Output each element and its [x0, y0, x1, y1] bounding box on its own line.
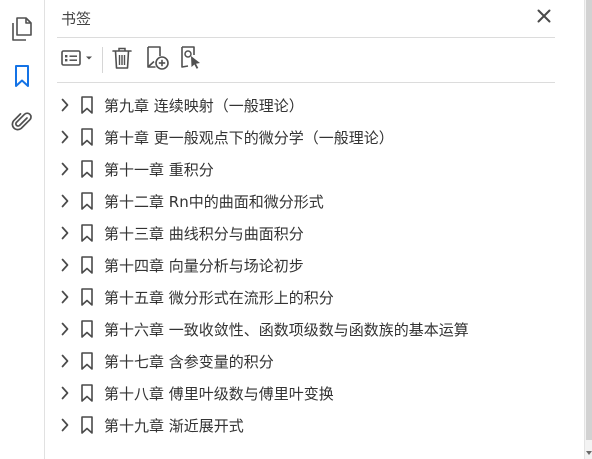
bookmark-icon [80, 96, 94, 114]
chevron-right-icon[interactable] [58, 290, 72, 304]
bookmark-label: 第十二章 Rn中的曲面和微分形式 [104, 192, 324, 211]
bookmark-icon [80, 320, 94, 338]
bookmark-item[interactable]: 第十章 更一般观点下的微分学（一般理论） [57, 121, 555, 153]
bookmarks-toolbar [57, 38, 555, 83]
chevron-right-icon[interactable] [58, 130, 72, 144]
panel-title: 书签 [61, 10, 92, 28]
bookmark-label: 第十一章 重积分 [104, 160, 214, 179]
bookmark-label: 第十九章 渐近展开式 [104, 416, 244, 435]
new-bookmark-icon [144, 45, 170, 75]
bookmark-item[interactable]: 第九章 连续映射（一般理论） [57, 89, 555, 121]
chevron-right-icon[interactable] [58, 98, 72, 112]
vertical-scrollbar[interactable] [568, 0, 592, 459]
bookmark-icon [80, 128, 94, 146]
bookmark-icon [80, 256, 94, 274]
bookmark-label: 第十三章 曲线积分与曲面积分 [104, 224, 304, 243]
navigation-rail [0, 0, 45, 459]
bookmark-list: 第九章 连续映射（一般理论） 第十章 更一般观点下的微分学（一般理论） 第十一章 重… [57, 89, 555, 441]
new-bookmark-from-selection-button[interactable] [178, 45, 204, 75]
bookmark-item[interactable]: 第十九章 渐近展开式 [57, 409, 555, 441]
bookmark-item[interactable]: 第十五章 微分形式在流形上的积分 [57, 281, 555, 313]
chevron-right-icon[interactable] [58, 194, 72, 208]
bookmark-label: 第十五章 微分形式在流形上的积分 [104, 288, 334, 307]
bookmark-item[interactable]: 第十六章 一致收敛性、函数项级数与函数族的基本运算 [57, 313, 555, 345]
bookmark-label: 第十章 更一般观点下的微分学（一般理论） [104, 128, 394, 147]
close-icon [537, 8, 551, 27]
bookmark-item[interactable]: 第十七章 含参变量的积分 [57, 345, 555, 377]
scroll-down-button[interactable] [585, 445, 592, 457]
bookmark-icon [80, 416, 94, 434]
close-button[interactable] [533, 6, 555, 28]
bookmark-label: 第十四章 向量分析与场论初步 [104, 256, 304, 275]
chevron-right-icon[interactable] [58, 322, 72, 336]
bookmark-icon [80, 192, 94, 210]
bookmark-label: 第九章 连续映射（一般理论） [104, 96, 304, 115]
toolbar-divider [102, 47, 103, 73]
chevron-right-icon[interactable] [58, 386, 72, 400]
bookmark-item[interactable]: 第十一章 重积分 [57, 153, 555, 185]
chevron-right-icon[interactable] [58, 162, 72, 176]
options-menu-icon [59, 48, 97, 72]
pages-icon [11, 17, 33, 45]
bookmark-icon [80, 288, 94, 306]
new-bookmark-button[interactable] [144, 45, 170, 75]
new-bookmark-from-selection-icon [178, 45, 204, 75]
chevron-right-icon[interactable] [58, 354, 72, 368]
bookmark-label: 第十八章 傅里叶级数与傅里叶变换 [104, 384, 334, 403]
bookmark-item[interactable]: 第十三章 曲线积分与曲面积分 [57, 217, 555, 249]
bookmarks-panel: 书签 第九章 连续映射（一般理论） 第十章 更一般观点下的微分学（一般理论） 第… [45, 0, 568, 459]
attachments-button[interactable] [9, 111, 35, 137]
bookmark-icon [80, 352, 94, 370]
bookmark-icon [80, 160, 94, 178]
options-menu-button[interactable] [59, 48, 97, 72]
bookmark-item[interactable]: 第十八章 傅里叶级数与傅里叶变换 [57, 377, 555, 409]
chevron-right-icon[interactable] [58, 258, 72, 272]
bookmark-item[interactable]: 第十二章 Rn中的曲面和微分形式 [57, 185, 555, 217]
bookmark-label: 第十六章 一致收敛性、函数项级数与函数族的基本运算 [104, 320, 469, 339]
bookmark-label: 第十七章 含参变量的积分 [104, 352, 274, 371]
arrow-down-icon [585, 442, 592, 459]
trash-icon [111, 46, 133, 74]
bookmark-item[interactable]: 第十四章 向量分析与场论初步 [57, 249, 555, 281]
bookmark-icon [80, 384, 94, 402]
bookmark-icon [80, 224, 94, 242]
panel-header: 书签 [57, 0, 555, 38]
scrollbar-thumb[interactable] [586, 0, 592, 440]
bookmarks-button[interactable] [9, 65, 35, 91]
chevron-right-icon[interactable] [58, 418, 72, 432]
bookmark-icon [13, 64, 31, 92]
chevron-right-icon[interactable] [58, 226, 72, 240]
delete-bookmark-button[interactable] [110, 46, 134, 74]
scrollbar-track[interactable] [584, 0, 592, 459]
pages-button[interactable] [9, 17, 35, 45]
attachment-icon [10, 110, 34, 138]
bookmarks-panel-window: 书签 第九章 连续映射（一般理论） 第十章 更一般观点下的微分学（一般理论） 第… [0, 0, 592, 459]
